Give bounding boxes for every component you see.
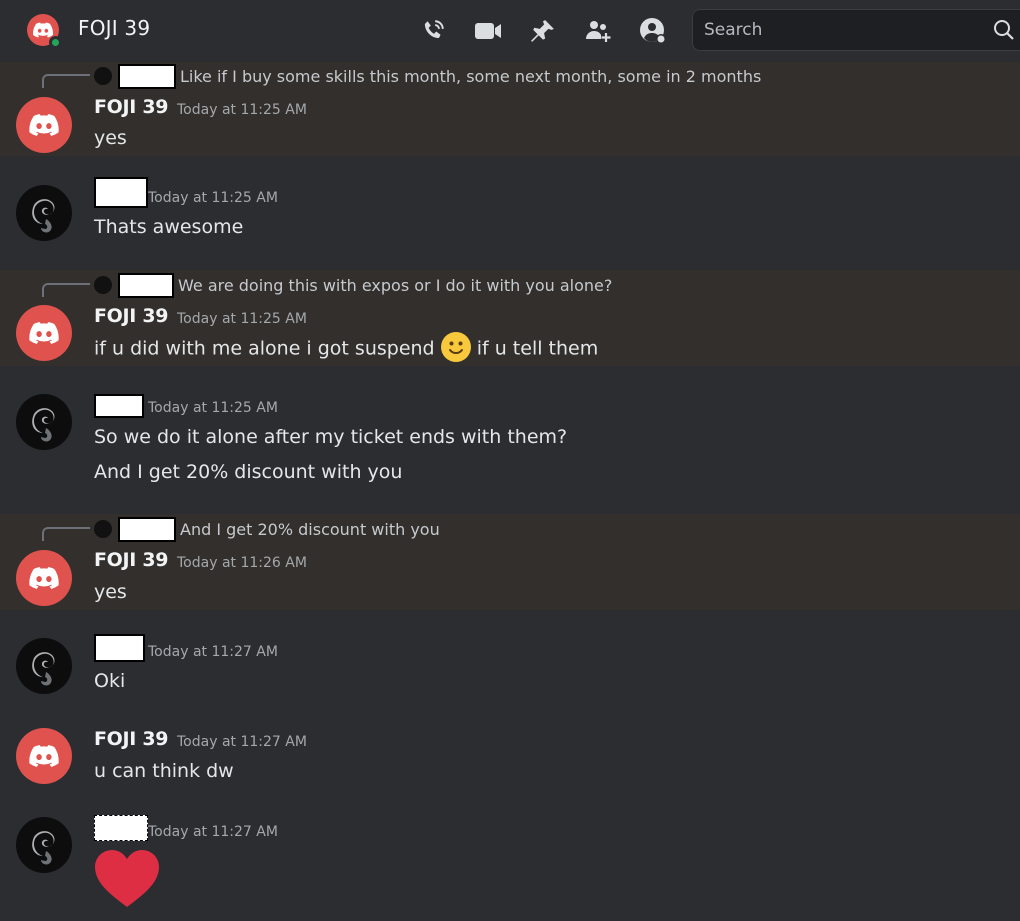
message-text: Oki — [94, 670, 126, 692]
slightly-smiling-face-icon[interactable] — [440, 332, 471, 362]
video-call-icon — [475, 23, 501, 39]
message-item[interactable]: And I get 20% discount with you FOJI 39 … — [0, 514, 1020, 610]
message-text-part: if u did with me alone i got suspend — [94, 337, 435, 360]
message-item[interactable]: Like if I buy some skills this month, so… — [0, 62, 1020, 156]
redacted-username — [118, 516, 176, 542]
user-avatar-art-icon — [32, 652, 55, 686]
pinned-messages-button[interactable] — [528, 16, 558, 46]
reply-avatar — [94, 520, 112, 538]
reply-preview[interactable]: And I get 20% discount with you — [94, 516, 440, 542]
message-text: So we do it alone after my ticket ends w… — [94, 426, 568, 448]
message-text: yes — [94, 127, 127, 149]
video-call-button[interactable] — [473, 16, 503, 46]
reply-connector — [42, 283, 90, 297]
user-avatar-art-icon — [32, 408, 55, 442]
reply-connector — [42, 74, 90, 88]
redacted-username — [118, 63, 176, 89]
timestamp: Today at 11:27 AM — [148, 644, 278, 660]
timestamp: Today at 11:27 AM — [177, 734, 307, 750]
pin-icon — [531, 20, 554, 42]
redacted-author-name[interactable] — [94, 177, 148, 208]
message-text-part: if u tell them — [476, 337, 599, 360]
redacted-author-name[interactable] — [94, 815, 148, 841]
avatar[interactable] — [16, 728, 72, 784]
avatar[interactable] — [16, 185, 72, 241]
author-name[interactable]: FOJI 39 — [94, 549, 169, 571]
avatar[interactable] — [16, 394, 72, 450]
search-icon[interactable] — [993, 19, 1015, 41]
avatar[interactable] — [16, 305, 72, 361]
author-name[interactable]: FOJI 39 — [94, 305, 169, 327]
message-text: And I get 20% discount with you — [94, 461, 403, 483]
timestamp: Today at 11:25 AM — [177, 311, 307, 327]
search-input[interactable] — [704, 20, 984, 40]
timestamp: Today at 11:25 AM — [148, 190, 278, 206]
discord-logo-icon — [29, 114, 59, 136]
user-profile-button[interactable] — [638, 16, 668, 46]
page-title: FOJI 39 — [78, 16, 151, 40]
reply-preview[interactable]: Like if I buy some skills this month, so… — [94, 63, 762, 89]
reply-avatar — [94, 276, 112, 294]
author-name[interactable]: FOJI 39 — [94, 96, 169, 118]
search-field[interactable] — [692, 9, 1020, 51]
user-avatar-art-icon — [32, 831, 55, 865]
reply-preview[interactable]: We are doing this with expos or I do it … — [94, 272, 613, 298]
message-item[interactable]: Today at 11:25 AM Thats awesome — [0, 170, 1020, 265]
message-text: Thats awesome — [94, 216, 244, 238]
message-item[interactable]: Today at 11:27 AM Oki — [0, 624, 1020, 714]
redacted-author-name[interactable] — [94, 394, 144, 418]
author-name[interactable]: FOJI 39 — [94, 728, 169, 750]
timestamp: Today at 11:26 AM — [177, 555, 307, 571]
voice-call-button[interactable] — [418, 16, 448, 46]
discord-logo-icon — [29, 322, 59, 344]
timestamp: Today at 11:25 AM — [148, 400, 278, 416]
discord-logo-icon — [29, 745, 59, 767]
avatar[interactable] — [16, 550, 72, 606]
red-heart-icon[interactable] — [93, 849, 161, 909]
avatar[interactable] — [16, 97, 72, 153]
add-friends-icon — [586, 21, 611, 42]
message-item[interactable]: Today at 11:25 AM So we do it alone afte… — [0, 380, 1020, 502]
message-item[interactable]: FOJI 39 Today at 11:27 AM u can think dw — [0, 714, 1020, 804]
message-text: u can think dw — [94, 760, 234, 782]
redacted-author-name[interactable] — [94, 634, 145, 662]
user-avatar-art-icon — [32, 199, 55, 233]
dm-avatar[interactable] — [27, 14, 62, 49]
message-item[interactable]: We are doing this with expos or I do it … — [0, 270, 1020, 366]
reply-text: Like if I buy some skills this month, so… — [180, 66, 762, 86]
reply-connector — [42, 527, 90, 541]
user-profile-icon — [640, 18, 666, 44]
voice-call-icon — [424, 20, 444, 39]
message-text: if u did with me alone i got suspend if … — [94, 332, 599, 364]
channel-header: FOJI 39 — [0, 0, 1020, 62]
reply-text: We are doing this with expos or I do it … — [178, 275, 613, 295]
online-status-dot — [49, 36, 62, 49]
avatar[interactable] — [16, 638, 72, 694]
reply-text: And I get 20% discount with you — [180, 519, 440, 539]
add-friends-button[interactable] — [583, 16, 613, 46]
reply-avatar — [94, 67, 112, 85]
message-text: yes — [94, 581, 127, 603]
redacted-username — [118, 272, 174, 298]
timestamp: Today at 11:25 AM — [177, 102, 307, 118]
timestamp: Today at 11:27 AM — [148, 824, 278, 840]
discord-logo-icon — [29, 567, 59, 589]
avatar[interactable] — [16, 817, 72, 873]
discord-logo-icon — [33, 22, 53, 38]
message-item[interactable]: Today at 11:27 AM — [0, 804, 1020, 921]
